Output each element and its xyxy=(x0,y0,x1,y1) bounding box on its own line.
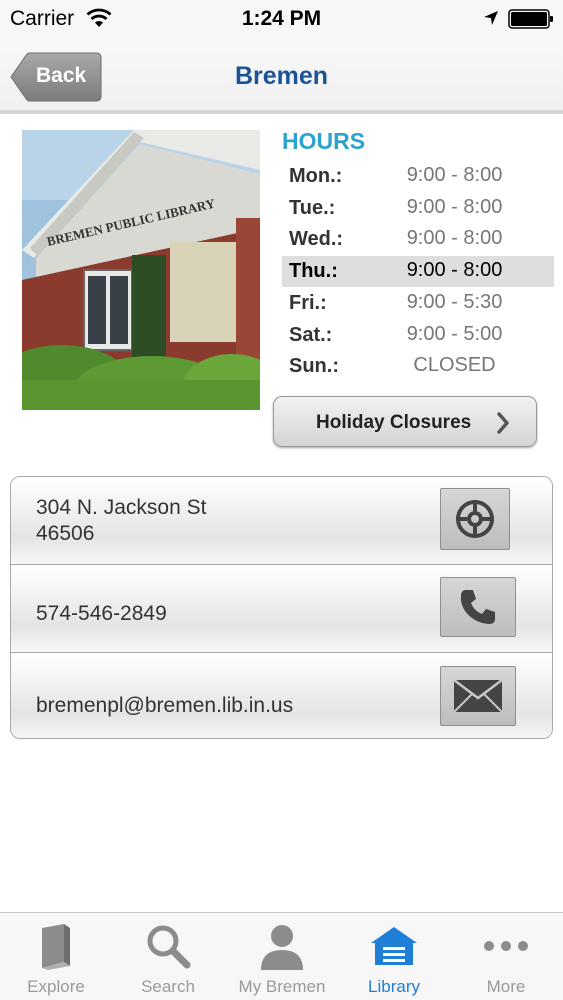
library-photo: BREMEN PUBLIC LIBRARY xyxy=(22,130,260,410)
hours-time: 9:00 - 8:00 xyxy=(406,195,503,218)
hours-time: 9:00 - 8:00 xyxy=(406,259,503,282)
map-location-button[interactable] xyxy=(440,488,510,550)
hours-day: Wed.: xyxy=(289,228,344,251)
phone-text: 574-546-2849 xyxy=(36,602,167,625)
hours-day: Tue.: xyxy=(289,196,336,219)
navigation-bar: Back Bremen xyxy=(0,38,563,114)
hours-time: CLOSED xyxy=(413,354,496,377)
location-target-icon xyxy=(456,500,494,538)
hours-day: Sun.: xyxy=(289,355,339,378)
status-time: 1:24 PM xyxy=(241,7,322,30)
envelope-icon xyxy=(453,679,503,713)
email-text: bremenpl@bremen.lib.in.us xyxy=(36,694,294,717)
tab-bar: Explore Search My Bremen Library More xyxy=(0,912,563,1000)
battery-icon xyxy=(508,9,553,29)
hours-row: Tue.: 9:00 - 8:00 xyxy=(282,193,554,224)
tab-more-label: More xyxy=(486,977,526,996)
tab-library[interactable]: Library xyxy=(338,913,450,1000)
hours-day: Thu.: xyxy=(289,260,338,283)
tab-my-bremen-icon-wrap xyxy=(226,921,338,971)
tab-more-icon-wrap xyxy=(450,921,562,971)
hours-day: Mon.: xyxy=(289,165,343,187)
more-dots-icon xyxy=(484,941,528,951)
tab-search[interactable]: Search xyxy=(112,913,224,1000)
tab-my-bremen-label: My Bremen xyxy=(238,977,326,996)
holiday-closures-button[interactable]: Holiday Closures xyxy=(273,396,537,447)
email-row[interactable]: bremenpl@bremen.lib.in.us xyxy=(11,653,552,738)
holiday-closures-label: Holiday Closures xyxy=(316,412,472,433)
hours-time: 9:00 - 8:00 xyxy=(406,164,503,186)
chevron-right-icon xyxy=(497,412,509,434)
hours-time: 9:00 - 5:00 xyxy=(406,322,503,345)
tab-explore-label: Explore xyxy=(27,977,85,996)
tab-my-bremen[interactable]: My Bremen xyxy=(226,913,338,1000)
hours-row: Sun.: CLOSED xyxy=(282,351,554,382)
hours-heading: HOURS xyxy=(282,128,366,154)
contact-card: 304 N. Jackson St 46506 574-546-2849 bre… xyxy=(10,476,553,739)
tab-library-icon-wrap xyxy=(338,921,450,971)
tab-explore-icon-wrap xyxy=(0,921,112,971)
tab-search-label: Search xyxy=(141,977,195,996)
call-button[interactable] xyxy=(440,577,516,637)
tab-more[interactable]: More xyxy=(450,913,562,1000)
hours-row: Thu.: 9:00 - 8:00 xyxy=(282,256,554,288)
hours-row: Wed.: 9:00 - 8:00 xyxy=(282,224,554,255)
hours-row: Sat.: 9:00 - 5:00 xyxy=(282,320,554,351)
phone-icon xyxy=(460,590,495,624)
hours-day: Sat.: xyxy=(289,323,333,346)
library-building-icon xyxy=(371,927,417,965)
email-button[interactable] xyxy=(440,666,516,726)
person-icon xyxy=(261,925,303,970)
phone-row[interactable]: 574-546-2849 xyxy=(11,565,552,653)
page-title: Bremen xyxy=(234,62,329,90)
address-text: 304 N. Jackson St 46506 xyxy=(36,495,206,547)
hours-time: 9:00 - 8:00 xyxy=(406,227,503,250)
library-building-image: BREMEN PUBLIC LIBRARY xyxy=(22,130,260,410)
tab-search-icon-wrap xyxy=(112,921,224,971)
address-row[interactable]: 304 N. Jackson St 46506 xyxy=(11,477,552,565)
location-icon xyxy=(484,11,498,25)
hours-row: Mon.: 9:00 - 8:00 xyxy=(282,161,554,192)
hours-day: Fri.: xyxy=(289,291,327,314)
book-icon xyxy=(42,924,70,970)
magnifier-icon xyxy=(147,925,191,969)
hours-row: Fri.: 9:00 - 5:30 xyxy=(282,288,554,319)
tab-explore[interactable]: Explore xyxy=(0,913,112,1000)
address-zip: 46506 xyxy=(36,522,95,545)
address-street: 304 N. Jackson St xyxy=(36,496,207,519)
hours-time: 9:00 - 5:30 xyxy=(406,290,503,313)
status-bar: Carrier 1:24 PM xyxy=(0,0,563,38)
tab-library-label: Library xyxy=(368,977,420,996)
